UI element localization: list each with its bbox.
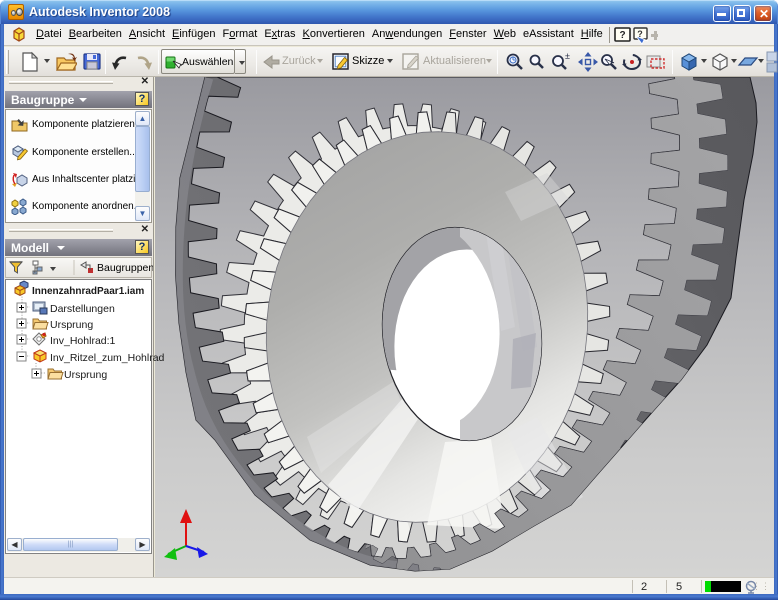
svg-text:?: ? (619, 30, 625, 41)
svg-text:Baugruppen: Baugruppen (97, 262, 153, 274)
svg-text:±: ± (565, 51, 570, 61)
